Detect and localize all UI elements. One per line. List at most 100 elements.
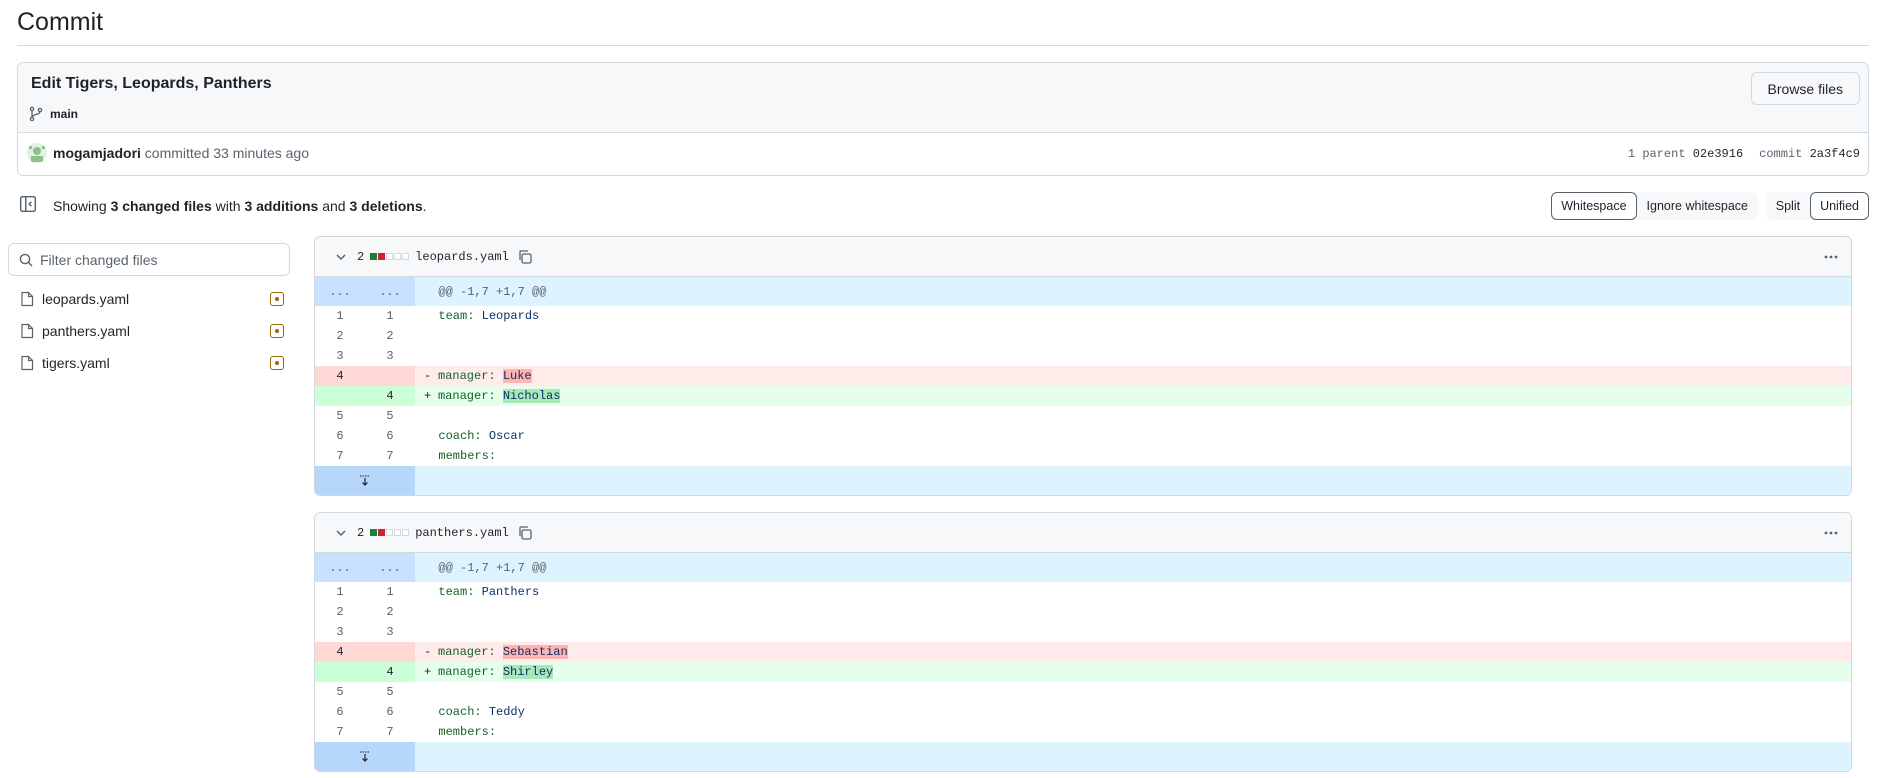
old-line-number[interactable]: 3 bbox=[315, 622, 365, 642]
file-name: panthers.yaml bbox=[42, 323, 130, 339]
new-line-number bbox=[365, 642, 415, 662]
file-path[interactable]: leopards.yaml bbox=[415, 250, 509, 264]
branch-name: main bbox=[50, 107, 79, 121]
summary-showing: Showing bbox=[53, 198, 107, 214]
parent-info: 1 parent 02e3916 bbox=[1628, 147, 1743, 161]
old-line-number[interactable]: 6 bbox=[315, 426, 365, 446]
new-line-number[interactable]: 5 bbox=[365, 682, 415, 702]
author-link[interactable]: mogamjadori bbox=[53, 145, 141, 161]
yaml-value-added: Shirley bbox=[502, 665, 554, 679]
expand-down-button[interactable] bbox=[315, 742, 415, 771]
line-code bbox=[415, 346, 1851, 366]
browse-files-button[interactable]: Browse files bbox=[1750, 72, 1860, 105]
parent-sha-link[interactable]: 02e3916 bbox=[1693, 147, 1743, 161]
copy-icon[interactable] bbox=[517, 249, 533, 265]
ignore-whitespace-button[interactable]: Ignore whitespace bbox=[1637, 192, 1758, 220]
new-line-number[interactable]: 2 bbox=[365, 602, 415, 622]
new-line-number[interactable]: 1 bbox=[365, 582, 415, 602]
line-code: team: Leopards bbox=[438, 309, 540, 323]
old-line-number[interactable]: 7 bbox=[315, 446, 365, 466]
chevron-down-icon[interactable] bbox=[335, 527, 347, 539]
yaml-value: Teddy bbox=[488, 705, 525, 719]
old-line-number[interactable]: 4 bbox=[315, 366, 365, 386]
file-modified-icon bbox=[270, 324, 284, 338]
old-line-number bbox=[315, 662, 365, 682]
file-tree-item[interactable]: tigers.yaml bbox=[8, 347, 290, 379]
new-line-number[interactable]: 7 bbox=[365, 722, 415, 742]
new-line-number[interactable]: 3 bbox=[365, 622, 415, 642]
yaml-key: members bbox=[438, 725, 489, 739]
old-line-number[interactable]: 6 bbox=[315, 702, 365, 722]
file-tree-item[interactable]: panthers.yaml bbox=[8, 315, 290, 347]
unified-view-button[interactable]: Unified bbox=[1810, 192, 1869, 220]
context-line: 7 7 members: bbox=[315, 722, 1851, 742]
new-line-number[interactable]: 3 bbox=[365, 346, 415, 366]
more-options-icon[interactable] bbox=[1823, 249, 1839, 265]
yaml-value: Oscar bbox=[488, 429, 525, 443]
avatar[interactable] bbox=[27, 143, 47, 163]
sidebar-toggle-icon[interactable] bbox=[19, 195, 37, 213]
expand-up-cell[interactable]: ... bbox=[365, 277, 415, 306]
expand-up-cell[interactable]: ... bbox=[365, 553, 415, 582]
new-line-number[interactable]: 6 bbox=[365, 426, 415, 446]
more-options-icon[interactable] bbox=[1823, 525, 1839, 541]
new-line-number bbox=[365, 366, 415, 386]
commit-box: Edit Tigers, Leopards, Panthers main Bro… bbox=[17, 62, 1869, 176]
filter-files-input[interactable] bbox=[40, 251, 280, 268]
copy-icon[interactable] bbox=[517, 525, 533, 541]
old-line-number[interactable]: 5 bbox=[315, 682, 365, 702]
new-line-number[interactable]: 5 bbox=[365, 406, 415, 426]
diffstat-blocks bbox=[370, 253, 410, 260]
hunk-header: @@ -1,7 +1,7 @@ bbox=[415, 277, 1851, 306]
summary-changed-files: 3 changed files bbox=[110, 198, 212, 214]
expand-up-cell[interactable]: ... bbox=[315, 553, 365, 582]
hunk-header-row: ... ... @@ -1,7 +1,7 @@ bbox=[315, 553, 1851, 582]
yaml-key: manager bbox=[438, 645, 489, 659]
new-line-number[interactable]: 7 bbox=[365, 446, 415, 466]
commit-label: commit bbox=[1759, 147, 1803, 161]
new-line-number[interactable]: 2 bbox=[365, 326, 415, 346]
old-line-number[interactable]: 1 bbox=[315, 306, 365, 326]
expand-up-cell[interactable]: ... bbox=[315, 277, 365, 306]
hunk-text: @@ -1,7 +1,7 @@ bbox=[438, 284, 547, 299]
old-line-number[interactable]: 2 bbox=[315, 602, 365, 622]
branch-ref[interactable]: main bbox=[28, 106, 78, 122]
line-code: team: Panthers bbox=[438, 585, 540, 599]
line-code bbox=[415, 326, 1851, 346]
old-line-number[interactable]: 2 bbox=[315, 326, 365, 346]
added-line: 4 + manager: Shirley bbox=[315, 662, 1851, 682]
yaml-key: coach bbox=[438, 429, 475, 443]
expand-down-button[interactable] bbox=[315, 466, 415, 495]
yaml-key: manager bbox=[438, 665, 489, 679]
summary-with: with bbox=[215, 198, 241, 214]
old-line-number[interactable]: 5 bbox=[315, 406, 365, 426]
new-line-number[interactable]: 1 bbox=[365, 306, 415, 326]
chevron-down-icon[interactable] bbox=[335, 251, 347, 263]
context-line: 7 7 members: bbox=[315, 446, 1851, 466]
commit-page: Commit Edit Tigers, Leopards, Panthers m… bbox=[17, 0, 1869, 236]
file-path[interactable]: panthers.yaml bbox=[415, 526, 509, 540]
parent-label: 1 parent bbox=[1627, 147, 1686, 161]
diff-sign: + bbox=[424, 665, 432, 679]
search-icon bbox=[19, 253, 33, 266]
expand-row bbox=[315, 466, 1851, 495]
filter-files-box bbox=[8, 243, 290, 276]
yaml-value: Leopards bbox=[481, 309, 540, 323]
old-line-number[interactable]: 4 bbox=[315, 642, 365, 662]
commit-sha: 2a3f4c9 bbox=[1809, 147, 1860, 161]
whitespace-button[interactable]: Whitespace bbox=[1551, 192, 1637, 220]
line-code: coach: Teddy bbox=[438, 705, 525, 719]
split-view-button[interactable]: Split bbox=[1766, 192, 1810, 220]
old-line-number[interactable]: 3 bbox=[315, 346, 365, 366]
yaml-value-removed: Sebastian bbox=[502, 645, 568, 659]
file-modified-icon bbox=[270, 292, 284, 306]
context-line: 6 6 coach: Oscar bbox=[315, 426, 1851, 446]
old-line-number[interactable]: 7 bbox=[315, 722, 365, 742]
new-line-number[interactable]: 4 bbox=[365, 386, 415, 406]
file-tree-item[interactable]: leopards.yaml bbox=[8, 283, 290, 315]
hunk-text: @@ -1,7 +1,7 @@ bbox=[438, 560, 547, 575]
added-line: 4 + manager: Nicholas bbox=[315, 386, 1851, 406]
new-line-number[interactable]: 6 bbox=[365, 702, 415, 722]
old-line-number[interactable]: 1 bbox=[315, 582, 365, 602]
new-line-number[interactable]: 4 bbox=[365, 662, 415, 682]
